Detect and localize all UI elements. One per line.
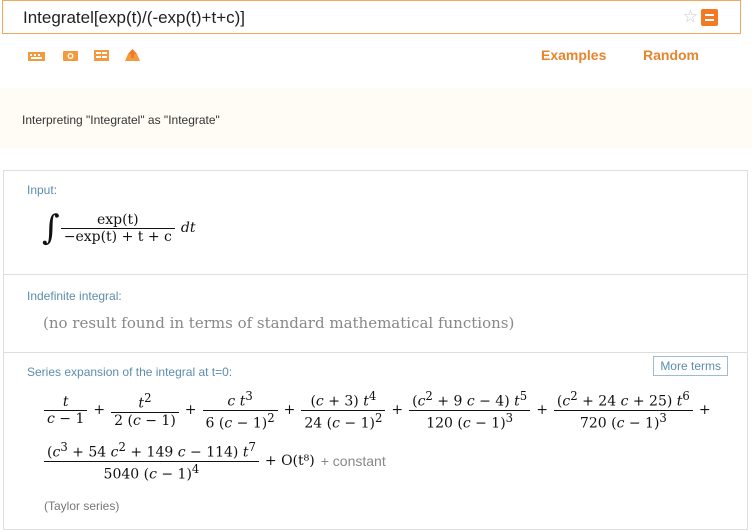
series-line-1: tc − 1 + t2 2 (c − 1) + c t3 6 (c − 1)2 + (c + 3… — [44, 389, 717, 431]
camera-icon[interactable] — [62, 49, 79, 62]
series-expansion-pod: Series expansion of the integral at t=0:… — [4, 352, 747, 527]
differential: dt — [180, 220, 196, 236]
big-o-term: + O(t⁸) — [264, 453, 315, 470]
pod-title-indefinite: Indefinite integral: — [27, 289, 122, 303]
integral-sign-icon: ∫ — [42, 208, 60, 248]
pod-title-series: Series expansion of the integral at t=0: — [27, 365, 233, 379]
interpretation-text: Interpreting "Integratel" as "Integrate" — [22, 113, 220, 127]
input-fraction: exp(t) −exp(t) + t + c — [60, 212, 175, 245]
constant-term: + constant — [320, 453, 386, 470]
star-icon[interactable]: ☆ — [683, 7, 698, 27]
indefinite-integral-pod: Indefinite integral: (no result found in… — [4, 274, 747, 352]
taylor-series-note: (Taylor series) — [44, 499, 120, 513]
search-bar[interactable]: Integratel[exp(t)/(-exp(t)+t+c)] ☆ — [2, 0, 741, 34]
submit-icon[interactable] — [701, 9, 718, 26]
data-input-icon[interactable] — [93, 49, 110, 62]
series-line-2: (c3 + 54 c2 + 149 c − 114) t7 5040 (c − 1… — [44, 440, 392, 482]
input-pod: Input: ∫ exp(t) −exp(t) + t + c dt — [4, 171, 747, 274]
keyboard-icon[interactable] — [28, 49, 45, 62]
more-terms-button[interactable]: More terms — [653, 356, 728, 376]
random-link[interactable]: Random — [643, 47, 699, 63]
interpretation-notice: Interpreting "Integratel" as "Integrate" — [0, 88, 752, 148]
examples-link[interactable]: Examples — [541, 47, 606, 63]
search-input[interactable]: Integratel[exp(t)/(-exp(t)+t+c)] — [23, 8, 245, 28]
upload-icon[interactable] — [124, 49, 141, 62]
results-panel: Input: ∫ exp(t) −exp(t) + t + c dt Indefini… — [3, 170, 748, 530]
input-expression: ∫ exp(t) −exp(t) + t + c dt — [42, 208, 201, 248]
no-result-text: (no result found in terms of standard ma… — [43, 314, 515, 332]
pod-title-input: Input: — [27, 183, 58, 197]
